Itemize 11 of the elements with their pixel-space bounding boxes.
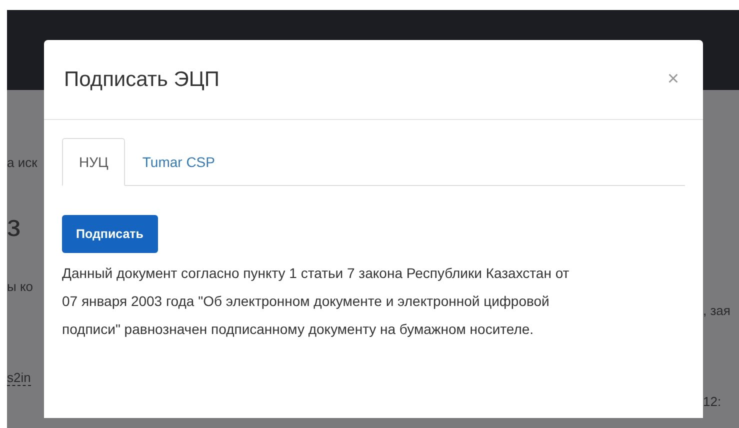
background-text: ы ко	[7, 279, 34, 294]
background-text: , зая	[703, 303, 732, 318]
background-text: s2in	[7, 370, 31, 386]
sign-button[interactable]: Подписать	[62, 215, 158, 253]
legal-notice: Данный документ согласно пункту 1 статьи 7 закона Республики Казахстан от 07 января 2003 года "Об электронном документе и электронной цифровой подписи" равнозначен подписанному документу на бумажном носителе.	[62, 264, 570, 339]
background-text: з	[7, 210, 22, 244]
modal-title: Подписать ЭЦП	[64, 68, 220, 92]
background-text: а иск	[7, 155, 38, 170]
background-text: 12:	[703, 394, 722, 409]
tab[interactable]: НУЦ	[62, 138, 126, 186]
tab[interactable]: Tumar CSP	[125, 138, 232, 186]
